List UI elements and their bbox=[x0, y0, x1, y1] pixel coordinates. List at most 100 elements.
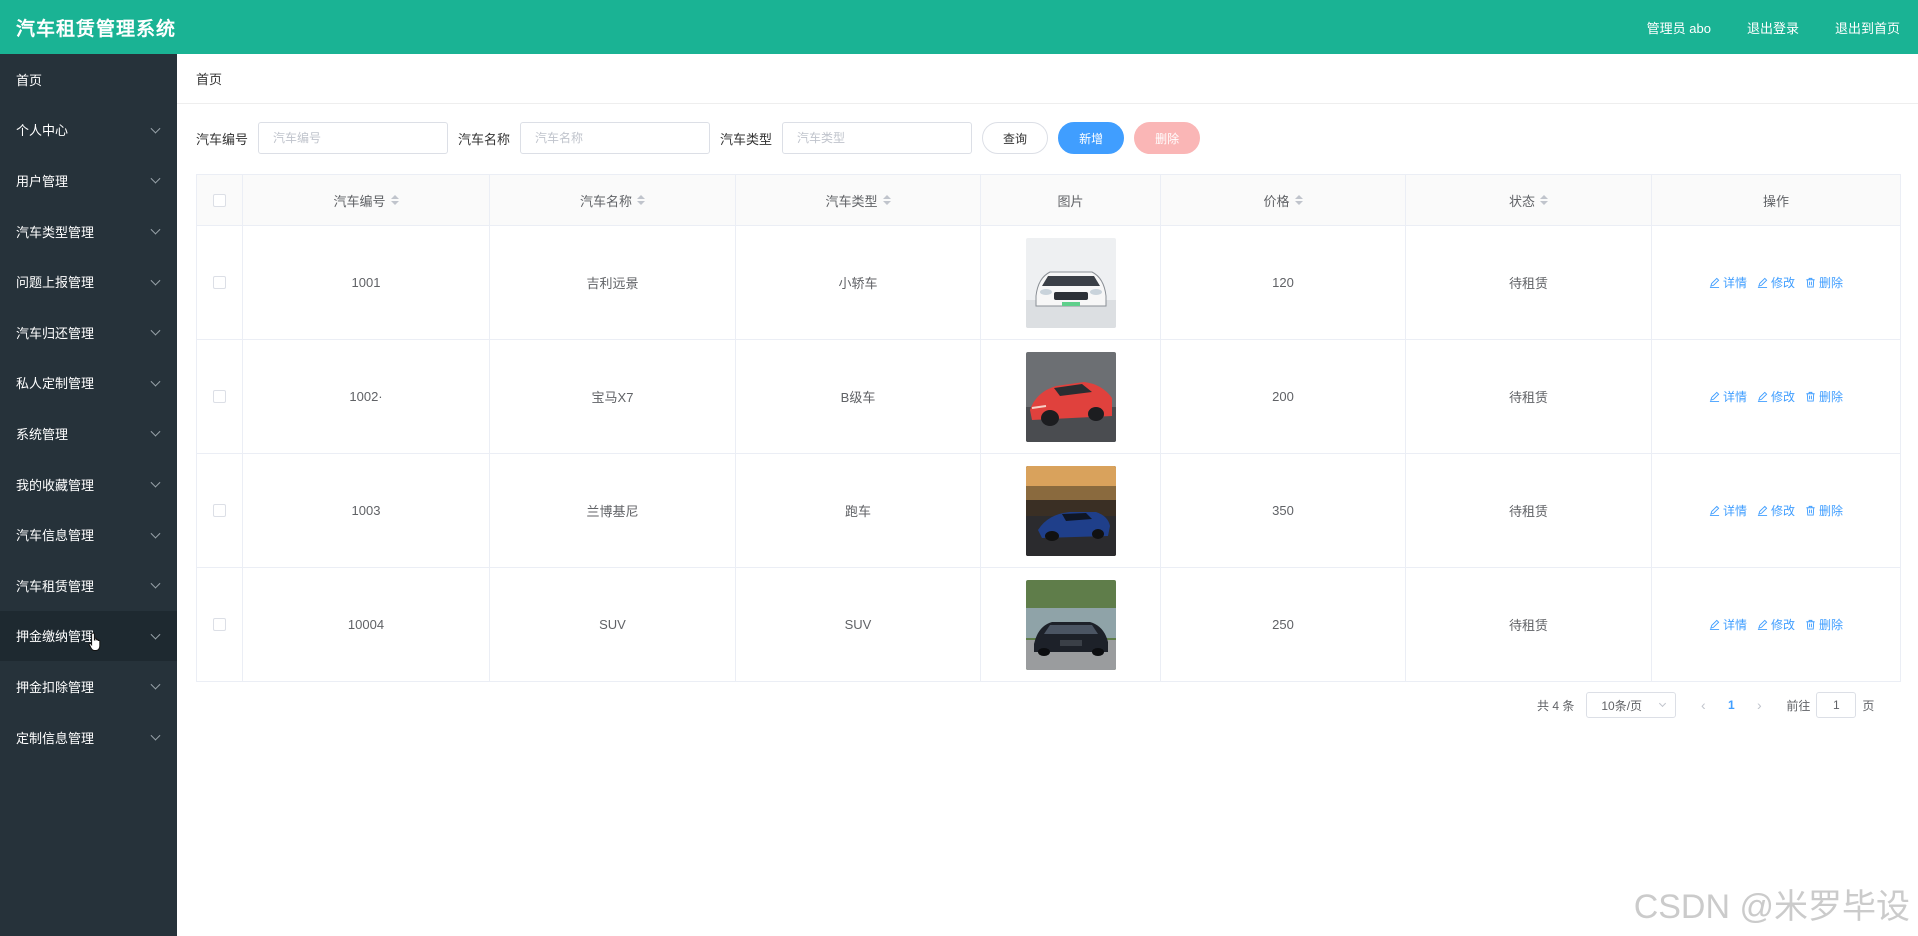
trash-icon bbox=[1806, 505, 1815, 516]
sort-icon[interactable] bbox=[1540, 195, 1548, 205]
page-number[interactable]: 1 bbox=[1716, 698, 1746, 712]
car-image[interactable] bbox=[1025, 237, 1116, 328]
breadcrumb: 首页 bbox=[177, 54, 1918, 104]
cell-price: 200 bbox=[1161, 340, 1406, 453]
sidebar-item-custom-order-management[interactable]: 私人定制管理 bbox=[0, 358, 177, 409]
edit-button[interactable]: 修改 bbox=[1757, 502, 1795, 519]
chevron-down-icon bbox=[150, 376, 161, 387]
car-type-label: 汽车类型 bbox=[720, 131, 773, 147]
header-status[interactable]: 状态 bbox=[1406, 175, 1652, 225]
cell-car-type: B级车 bbox=[736, 340, 981, 453]
cell-car-code: 10004 bbox=[243, 568, 490, 681]
cell-car-type: 小轿车 bbox=[736, 226, 981, 339]
goto-page-input[interactable] bbox=[1816, 692, 1857, 718]
detail-button[interactable]: 详情 bbox=[1709, 388, 1747, 405]
chevron-down-icon bbox=[150, 629, 161, 640]
car-image[interactable] bbox=[1025, 465, 1116, 556]
chevron-down-icon bbox=[150, 224, 161, 235]
edit-button[interactable]: 修改 bbox=[1757, 616, 1795, 633]
sidebar-item-label: 押金扣除管理 bbox=[16, 679, 95, 695]
row-checkbox[interactable] bbox=[213, 390, 226, 403]
detail-button[interactable]: 详情 bbox=[1709, 274, 1747, 291]
edit-icon bbox=[1709, 619, 1720, 630]
sidebar-item-car-type-management[interactable]: 汽车类型管理 bbox=[0, 206, 177, 257]
pagination: 共 4 条 10条/页 ‹ 1 › 前往 页 bbox=[1537, 692, 1874, 718]
select-all-checkbox[interactable] bbox=[213, 193, 226, 207]
edit-button[interactable]: 修改 bbox=[1757, 274, 1795, 291]
detail-button[interactable]: 详情 bbox=[1709, 616, 1747, 633]
edit-icon bbox=[1709, 391, 1720, 402]
delete-button[interactable]: 删除 bbox=[1805, 388, 1843, 405]
exit-to-home-link[interactable]: 退出到首页 bbox=[1835, 18, 1900, 37]
table-header: 汽车编号 汽车名称 汽车类型 图片 价格 状态 操作 bbox=[197, 175, 1900, 225]
batch-delete-button[interactable]: 删除 bbox=[1134, 122, 1201, 154]
logout-link[interactable]: 退出登录 bbox=[1747, 18, 1799, 37]
table-row: 10004 SUV SUV 250 待租赁 详情 修改 删除 bbox=[197, 567, 1900, 681]
main-content: 首页 汽车编号 汽车名称 汽车类型 查询 新增 删除 汽车编号 汽车名称 汽车类… bbox=[177, 54, 1918, 936]
next-page-button[interactable]: › bbox=[1746, 692, 1772, 718]
car-type-input[interactable] bbox=[782, 122, 973, 154]
prev-page-button[interactable]: ‹ bbox=[1690, 692, 1716, 718]
sidebar-item-label: 私人定制管理 bbox=[16, 376, 95, 392]
sidebar-item-system-management[interactable]: 系统管理 bbox=[0, 408, 177, 459]
car-code-input[interactable] bbox=[258, 122, 449, 154]
edit-icon bbox=[1709, 505, 1720, 516]
sidebar-item-personal-center[interactable]: 个人中心 bbox=[0, 105, 177, 156]
sidebar-item-favorites-management[interactable]: 我的收藏管理 bbox=[0, 459, 177, 510]
header-car-code[interactable]: 汽车编号 bbox=[243, 175, 490, 225]
table-row: 1002· 宝马X7 B级车 200 待租赁 详情 修改 删除 bbox=[197, 339, 1900, 453]
sidebar-item-label: 汽车信息管理 bbox=[16, 528, 95, 544]
breadcrumb-home[interactable]: 首页 bbox=[196, 69, 222, 88]
edit-button[interactable]: 修改 bbox=[1757, 388, 1795, 405]
car-table: 汽车编号 汽车名称 汽车类型 图片 价格 状态 操作 1001 吉利远景 小轿车 bbox=[196, 174, 1901, 682]
page-suffix: 页 bbox=[1862, 698, 1875, 713]
sidebar-item-label: 汽车归还管理 bbox=[16, 325, 95, 341]
sidebar-item-car-rental-management[interactable]: 汽车租赁管理 bbox=[0, 560, 177, 611]
chevron-down-icon bbox=[150, 477, 161, 488]
page-size-select[interactable]: 10条/页 bbox=[1586, 692, 1677, 718]
sidebar-item-custom-info-management[interactable]: 定制信息管理 bbox=[0, 712, 177, 763]
add-button[interactable]: 新增 bbox=[1058, 122, 1125, 154]
sort-icon[interactable] bbox=[1294, 195, 1303, 205]
sidebar-item-car-return-management[interactable]: 汽车归还管理 bbox=[0, 307, 177, 358]
sort-icon[interactable] bbox=[637, 195, 645, 205]
detail-button[interactable]: 详情 bbox=[1709, 502, 1747, 519]
row-checkbox[interactable] bbox=[213, 276, 226, 289]
sidebar-item-deposit-deduction-management[interactable]: 押金扣除管理 bbox=[0, 661, 177, 712]
cell-car-name: 兰博基尼 bbox=[490, 454, 736, 567]
cell-car-name: 宝马X7 bbox=[490, 340, 736, 453]
car-image[interactable] bbox=[1025, 351, 1116, 442]
sort-icon[interactable] bbox=[390, 195, 399, 205]
header-car-type[interactable]: 汽车类型 bbox=[736, 175, 981, 225]
header-car-name[interactable]: 汽车名称 bbox=[490, 175, 736, 225]
trash-icon bbox=[1806, 391, 1815, 402]
sort-icon[interactable] bbox=[882, 195, 891, 205]
trash-icon bbox=[1806, 619, 1815, 630]
row-checkbox[interactable] bbox=[213, 504, 226, 517]
delete-button[interactable]: 删除 bbox=[1805, 616, 1843, 633]
delete-button[interactable]: 删除 bbox=[1805, 502, 1843, 519]
cell-car-name: 吉利远景 bbox=[490, 226, 736, 339]
chevron-down-icon bbox=[150, 578, 161, 589]
header-price[interactable]: 价格 bbox=[1161, 175, 1406, 225]
sidebar-item-label: 汽车类型管理 bbox=[16, 224, 95, 240]
sidebar-item-home[interactable]: 首页 bbox=[0, 54, 177, 105]
sidebar-item-label: 系统管理 bbox=[16, 426, 69, 442]
admin-user-label[interactable]: 管理员 abo bbox=[1647, 18, 1711, 37]
page-size-value: 10条/页 bbox=[1601, 698, 1643, 713]
car-image[interactable] bbox=[1025, 579, 1116, 670]
query-button[interactable]: 查询 bbox=[982, 122, 1049, 154]
table-row: 1003 兰博基尼 跑车 350 待租赁 详情 修改 删除 bbox=[197, 453, 1900, 567]
edit-icon bbox=[1757, 391, 1768, 402]
chevron-down-icon bbox=[150, 680, 161, 690]
sidebar-item-issue-report-management[interactable]: 问题上报管理 bbox=[0, 256, 177, 307]
sidebar-item-car-info-management[interactable]: 汽车信息管理 bbox=[0, 509, 177, 560]
sidebar-item-user-management[interactable]: 用户管理 bbox=[0, 155, 177, 206]
cell-price: 350 bbox=[1161, 454, 1406, 567]
delete-button[interactable]: 删除 bbox=[1805, 274, 1843, 291]
watermark: CSDN @米罗毕设 bbox=[1633, 888, 1910, 926]
sidebar-item-label: 个人中心 bbox=[16, 123, 69, 139]
chevron-down-icon bbox=[150, 427, 161, 438]
row-checkbox[interactable] bbox=[213, 618, 226, 631]
car-name-input[interactable] bbox=[520, 122, 711, 154]
